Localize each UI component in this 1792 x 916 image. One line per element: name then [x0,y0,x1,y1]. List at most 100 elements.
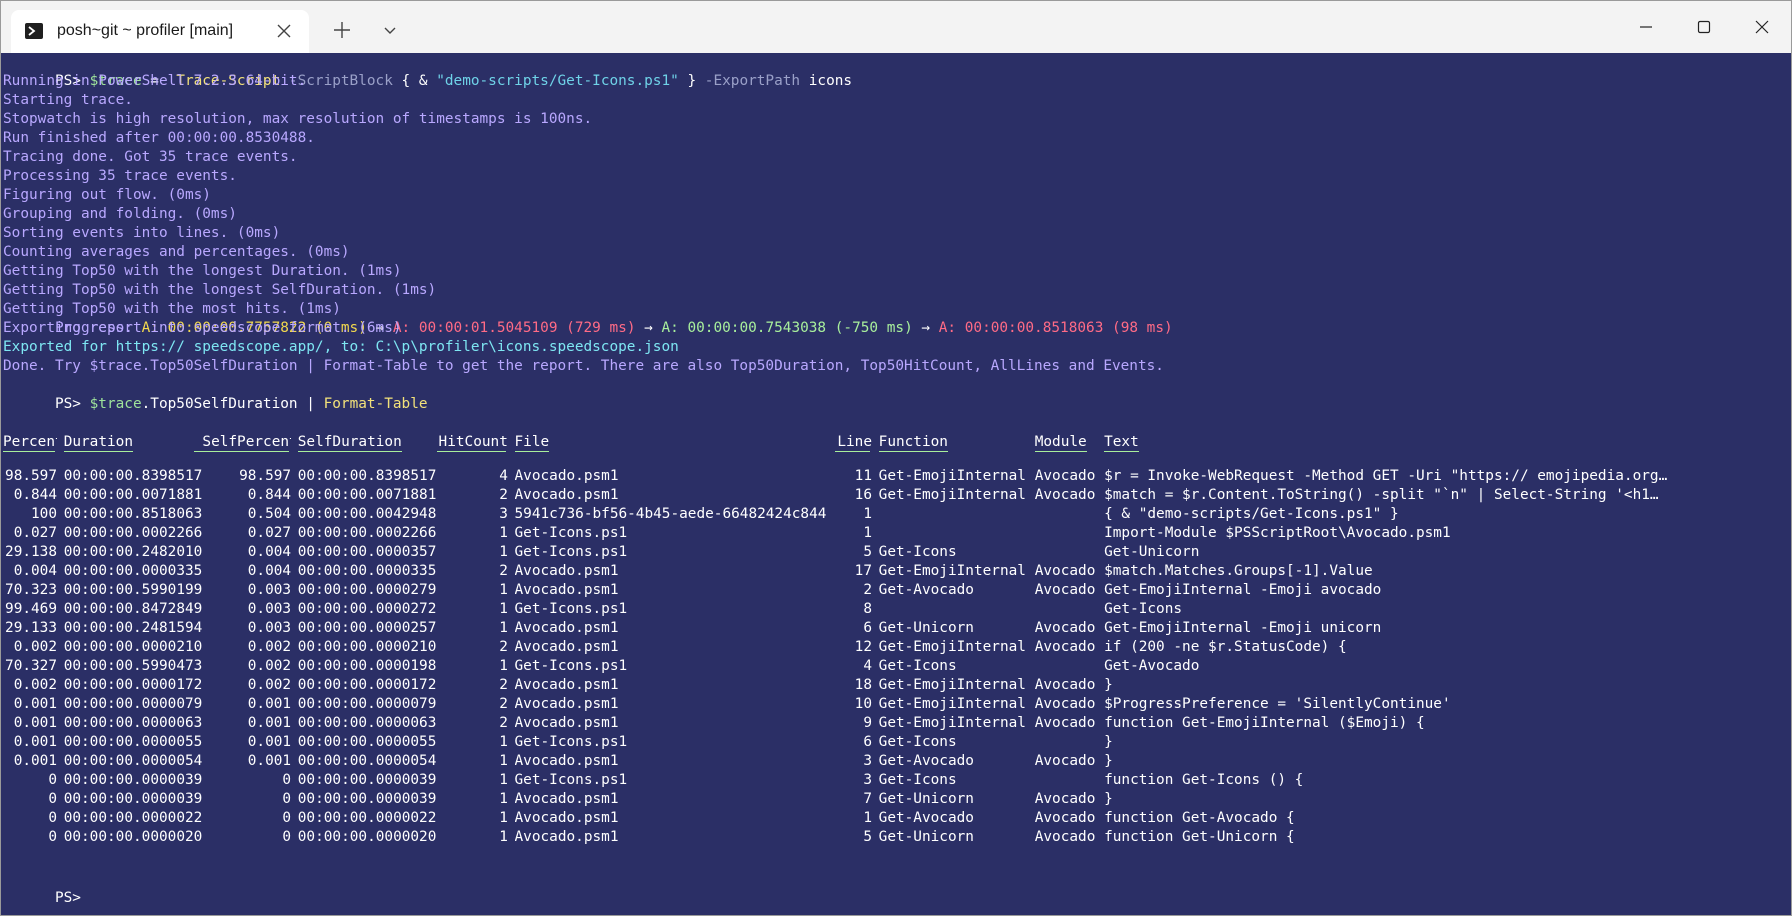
cell-hit-count: 1 [499,772,508,788]
minimize-icon[interactable] [1634,15,1658,39]
prompt: PS> [54,890,90,906]
column-header-underline [835,451,870,452]
output-line: Getting Top50 with the longest Duration.… [3,263,402,279]
cell-function: Get-EmojiInternal [878,677,1026,693]
cell-self-percent: 0.002 [247,639,292,655]
cell-hit-count: 1 [499,525,508,541]
cell-file: Avocado.psm1 [514,696,619,712]
cell-file: Avocado.psm1 [514,791,619,807]
progress-step: A: 00:00:01.5045109 (729 ms) [392,320,636,336]
column-header-underline [514,451,550,452]
cell-self-duration: 00:00:00.0000279 [297,582,437,598]
cell-self-percent: 0.003 [247,620,292,636]
cell-text: function Get-Unicorn { [1104,829,1295,845]
cell-self-percent: 0.002 [247,677,292,693]
cell-text: $match = $r.Content.ToString() -split "`… [1104,487,1659,503]
output-line-exported: Exported for https:// speedscope.app/, t… [3,339,679,355]
cell-hit-count: 4 [499,468,508,484]
cell-self-percent: 0.004 [247,563,292,579]
terminal-output[interactable]: PS> $trace = Trace-Script -ScriptBlock {… [3,53,1789,915]
output-line: Stopwatch is high resolution, max resolu… [3,111,593,127]
cell-text: Get-Icons [1104,601,1183,617]
cell-line: 5 [863,544,872,560]
column-header-hit-count: HitCount [438,434,508,450]
cell-self-percent: 0 [282,772,292,788]
column-header-underline [1034,451,1087,452]
cell-file: Avocado.psm1 [514,563,619,579]
argument: icons [808,73,853,89]
cell-text: { & "demo-scripts/Get-Icons.ps1" } [1104,506,1399,522]
maximize-icon[interactable] [1692,15,1716,39]
cell-self-duration: 00:00:00.0000335 [297,563,437,579]
column-header-self-percent: SelfPercent [202,434,292,450]
cell-module: Avocado [1034,487,1096,503]
cell-function: Get-Icons [878,544,957,560]
cell-self-percent: 0 [282,829,292,845]
cell-line: 3 [863,753,872,769]
cell-percent: 0 [48,772,58,788]
cmdlet: Format-Table [323,396,428,412]
cell-duration: 00:00:00.0000054 [63,753,203,769]
cell-duration: 00:00:00.0071881 [63,487,203,503]
cell-function [879,505,1028,524]
cell-module: Avocado [1034,639,1096,655]
cell-file: Get-Icons.ps1 [514,601,628,617]
output-line: Getting Top50 with the longest SelfDurat… [3,282,437,298]
command-line-trace: PS> $trace = Trace-Script -ScriptBlock {… [3,53,852,89]
script-block-close: } [678,73,697,89]
plus-icon[interactable] [331,19,353,41]
cell-module: Avocado [1034,620,1096,636]
cell-function: Get-Unicorn [878,620,974,636]
cell-line: 1 [863,810,872,826]
cell-line: 9 [863,715,872,731]
output-line: Sorting events into lines. (0ms) [3,225,281,241]
close-icon[interactable] [273,20,295,42]
cell-percent: 98.597 [5,468,58,484]
command-line-format-table: PS> $trace.Top50SelfDuration | Format-Ta… [3,376,428,412]
cell-module: Avocado [1034,468,1096,484]
cell-self-duration: 00:00:00.0000054 [297,753,437,769]
cell-line: 3 [863,772,872,788]
cell-function: Get-Unicorn [878,791,974,807]
final-prompt[interactable]: PS> [3,870,90,906]
arrow: → [912,320,939,336]
cell-function: Get-Avocado [878,582,974,598]
cell-file: Avocado.psm1 [514,810,619,826]
cell-self-duration: 00:00:00.0000055 [297,734,437,750]
cell-percent: 0.027 [13,525,58,541]
cell-line: 1 [863,525,872,541]
cell-percent: 70.323 [5,582,58,598]
cell-line: 18 [854,677,872,693]
window-close-icon[interactable] [1750,15,1774,39]
cell-duration: 00:00:00.0002266 [63,525,203,541]
cell-file: Get-Icons.ps1 [514,658,628,674]
cell-line: 6 [863,620,872,636]
column-header-self-duration: SelfDuration [297,434,402,450]
output-line-done: Done. Try $trace.Top50SelfDuration | For… [3,358,1164,374]
cell-duration: 00:00:00.0000055 [63,734,203,750]
string-literal: "demo-scripts/Get-Icons.ps1" [436,73,679,89]
cell-line: 2 [863,582,872,598]
cell-function: Get-EmojiInternal [878,696,1026,712]
cell-file: Get-Icons.ps1 [514,525,628,541]
cell-self-percent: 0 [282,810,292,826]
cell-self-percent: 0.001 [247,715,292,731]
cell-file: Avocado.psm1 [514,715,619,731]
cell-hit-count: 1 [499,810,508,826]
cell-self-duration: 00:00:00.0000039 [297,791,437,807]
output-line: Tracing done. Got 35 trace events. [3,149,298,165]
cell-module: Avocado [1034,810,1096,826]
cell-percent: 70.327 [5,658,58,674]
terminal-icon [25,23,43,39]
cell-module [1035,524,1098,543]
variable: $trace [89,396,142,412]
cell-duration: 00:00:00.0000022 [63,810,203,826]
cell-self-duration: 00:00:00.0000198 [297,658,437,674]
cell-module: Avocado [1034,791,1096,807]
cell-hit-count: 1 [499,734,508,750]
cell-hit-count: 2 [499,487,508,503]
cell-hit-count: 2 [499,696,508,712]
tab-posh-git[interactable]: posh~git ~ profiler [main] [11,10,309,53]
chevron-down-icon[interactable] [379,21,401,41]
cell-duration: 00:00:00.8518063 [63,506,203,522]
